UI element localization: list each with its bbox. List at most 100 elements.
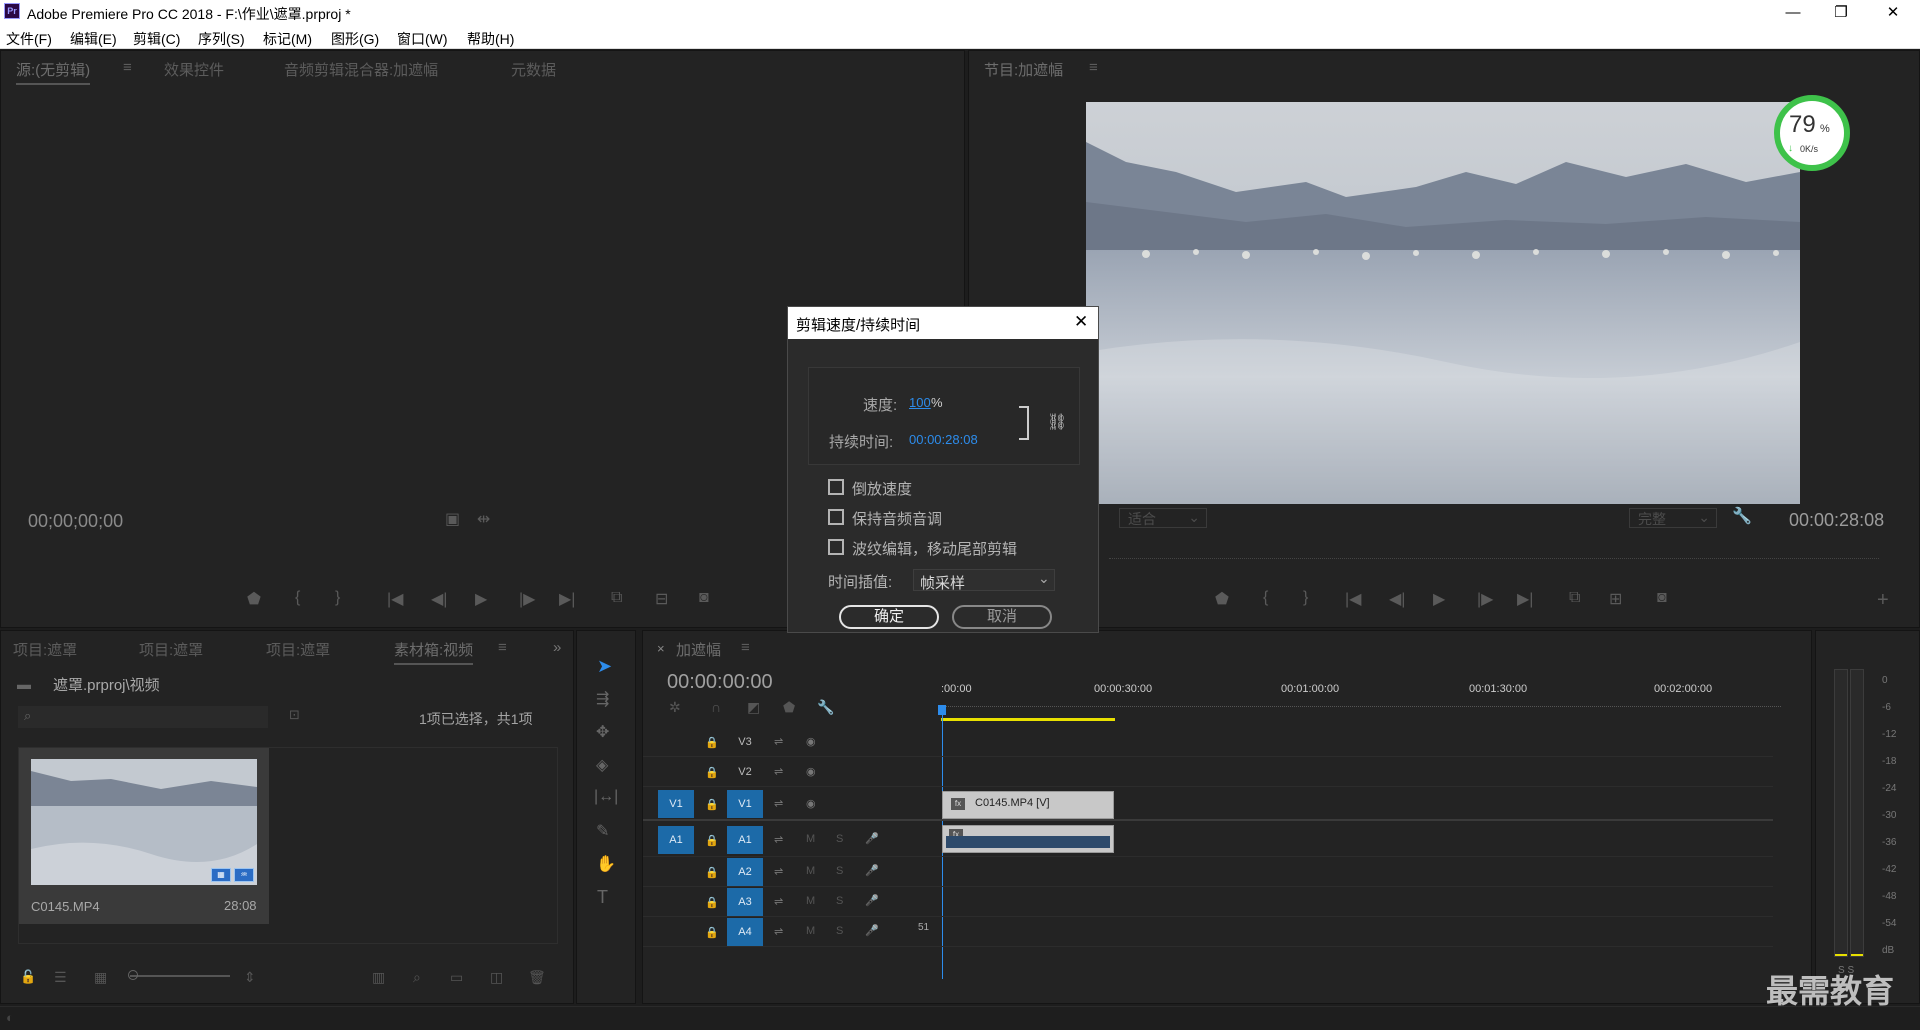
source-timecode[interactable]: 00;00;00;00: [28, 511, 123, 532]
playhead-handle[interactable]: [938, 705, 946, 715]
video-clip[interactable]: fx C0145.MP4 [V]: [942, 791, 1114, 819]
lock-icon[interactable]: 🔒: [705, 896, 719, 909]
audio-clip[interactable]: fx: [942, 825, 1114, 853]
add-button-icon[interactable]: +: [1877, 589, 1889, 612]
lock-icon[interactable]: 🔒: [705, 766, 719, 779]
zoom-level-select[interactable]: 适合 ⌄: [1119, 508, 1207, 528]
sync-lock-icon[interactable]: ⇌: [774, 895, 783, 908]
clip-thumbnail-card[interactable]: ▦ ♒ C0145.MP4 28:08: [19, 748, 269, 924]
new-search-bin-icon[interactable]: ⊡: [289, 707, 300, 723]
export-frame-icon[interactable]: ◙: [699, 589, 709, 607]
mark-out-icon[interactable]: }: [1303, 589, 1308, 607]
overwrite-icon[interactable]: ⊟: [655, 589, 668, 609]
razor-tool-icon[interactable]: ◈: [596, 755, 608, 775]
maintain-pitch-checkbox[interactable]: [828, 509, 844, 525]
track-target-v3[interactable]: V3: [727, 728, 763, 756]
tab-program[interactable]: 节目:加遮幅: [984, 59, 1063, 80]
linked-selection-icon[interactable]: ◩: [747, 699, 760, 716]
mute-button[interactable]: M: [806, 865, 815, 877]
menu-window[interactable]: 窗口(W): [397, 29, 448, 49]
close-tab-icon[interactable]: ×: [657, 641, 665, 656]
list-view-icon[interactable]: ☰: [54, 969, 67, 986]
menu-file[interactable]: 文件(F): [6, 29, 52, 49]
solo-button[interactable]: S: [836, 895, 843, 907]
mark-out-icon[interactable]: }: [335, 589, 340, 607]
menu-help[interactable]: 帮助(H): [467, 29, 514, 49]
lock-icon[interactable]: 🔓: [20, 969, 36, 985]
nest-icon[interactable]: ✲: [669, 699, 681, 716]
speed-value-field[interactable]: 100: [909, 395, 931, 410]
insert-icon[interactable]: ⧉: [611, 589, 622, 607]
go-to-in-icon[interactable]: |◀: [387, 589, 403, 609]
wrench-icon[interactable]: 🔧: [1732, 506, 1752, 526]
mark-in-icon[interactable]: {: [1263, 589, 1268, 607]
find-icon[interactable]: ⌕: [413, 969, 421, 986]
zoom-slider-handle[interactable]: [128, 970, 138, 980]
add-marker-icon[interactable]: ⬟: [1215, 589, 1229, 609]
export-frame-icon[interactable]: ◙: [1657, 589, 1667, 607]
trash-icon[interactable]: 🗑: [528, 969, 546, 986]
snap-icon[interactable]: ∩: [711, 699, 721, 715]
lock-icon[interactable]: 🔒: [705, 866, 719, 879]
tab-effect-controls[interactable]: 效果控件: [164, 59, 224, 80]
menu-graphics[interactable]: 图形(G): [331, 29, 379, 49]
mark-in-icon[interactable]: {: [295, 589, 300, 607]
new-item-icon[interactable]: ◫: [490, 969, 503, 986]
go-to-out-icon[interactable]: ▶|: [1517, 589, 1533, 609]
pen-tool-icon[interactable]: ✎: [596, 821, 609, 841]
maximize-button[interactable]: ❐: [1818, 0, 1864, 25]
source-insert-icon[interactable]: ⇹: [477, 509, 490, 529]
menu-sequence[interactable]: 序列(S): [198, 29, 245, 49]
step-back-icon[interactable]: ◀|: [1389, 589, 1405, 609]
lock-icon[interactable]: 🔒: [705, 798, 719, 811]
time-ruler[interactable]: :00:00 00:00:30:00 00:01:00:00 00:01:30:…: [938, 669, 1791, 721]
source-panel-menu[interactable]: ≡: [123, 59, 132, 76]
track-target-v1[interactable]: V1: [727, 790, 763, 818]
sync-lock-icon[interactable]: ⇌: [774, 735, 783, 748]
source-patch-a1[interactable]: A1: [658, 826, 694, 854]
panel-overflow-icon[interactable]: »: [553, 639, 561, 656]
time-interpolation-select[interactable]: 帧采样 ⌄: [913, 569, 1055, 592]
new-bin-icon[interactable]: ▭: [450, 969, 463, 986]
mute-button[interactable]: M: [806, 895, 815, 907]
sync-lock-icon[interactable]: ⇌: [774, 865, 783, 878]
sync-lock-icon[interactable]: ⇌: [774, 765, 783, 778]
track-target-v2[interactable]: V2: [727, 758, 763, 786]
bin-panel-menu[interactable]: ≡: [498, 639, 507, 656]
step-back-icon[interactable]: ◀|: [431, 589, 447, 609]
sync-lock-icon[interactable]: ⇌: [774, 833, 783, 846]
solo-button[interactable]: S: [836, 925, 843, 937]
sync-lock-icon[interactable]: ⇌: [774, 797, 783, 810]
playback-resolution-select[interactable]: 完整 ⌄: [1629, 508, 1717, 528]
ripple-edit-tool-icon[interactable]: ✥: [596, 722, 609, 742]
tab-sequence[interactable]: 加遮幅: [676, 639, 721, 660]
step-forward-icon[interactable]: |▶: [1477, 589, 1493, 609]
tab-project-1[interactable]: 项目:遮罩: [13, 639, 77, 660]
timeline-timecode[interactable]: 00:00:00:00: [667, 671, 773, 694]
tab-project-3[interactable]: 项目:遮罩: [266, 639, 330, 660]
bin-search-input[interactable]: ⌕: [18, 706, 268, 728]
ripple-edit-checkbox[interactable]: [828, 539, 844, 555]
microphone-icon[interactable]: 🎤: [865, 864, 879, 877]
play-icon[interactable]: ▶: [475, 589, 487, 609]
link-chain-icon[interactable]: ⛓: [1047, 412, 1067, 432]
lift-icon[interactable]: ⧉: [1569, 589, 1580, 607]
reverse-speed-checkbox[interactable]: [828, 479, 844, 495]
program-time-ruler[interactable]: [1109, 551, 1879, 559]
go-to-in-icon[interactable]: |◀: [1345, 589, 1361, 609]
lock-icon[interactable]: 🔒: [705, 736, 719, 749]
tab-source[interactable]: 源:(无剪辑): [16, 59, 91, 85]
dialog-close-icon[interactable]: ✕: [1074, 312, 1088, 332]
track-select-tool-icon[interactable]: ⇶: [596, 689, 609, 709]
source-settings-icon[interactable]: ▣: [445, 509, 460, 529]
extract-icon[interactable]: ⊞: [1609, 589, 1622, 609]
eye-icon[interactable]: ◉: [806, 765, 816, 778]
hand-tool-icon[interactable]: ✋: [596, 854, 616, 874]
source-patch-v1[interactable]: V1: [658, 790, 694, 818]
sort-icon[interactable]: ⇕: [244, 969, 256, 986]
go-to-out-icon[interactable]: ▶|: [559, 589, 575, 609]
microphone-icon[interactable]: 🎤: [865, 832, 879, 845]
track-target-a1[interactable]: A1: [727, 826, 763, 854]
step-forward-icon[interactable]: |▶: [519, 589, 535, 609]
track-target-a2[interactable]: A2: [727, 858, 763, 886]
